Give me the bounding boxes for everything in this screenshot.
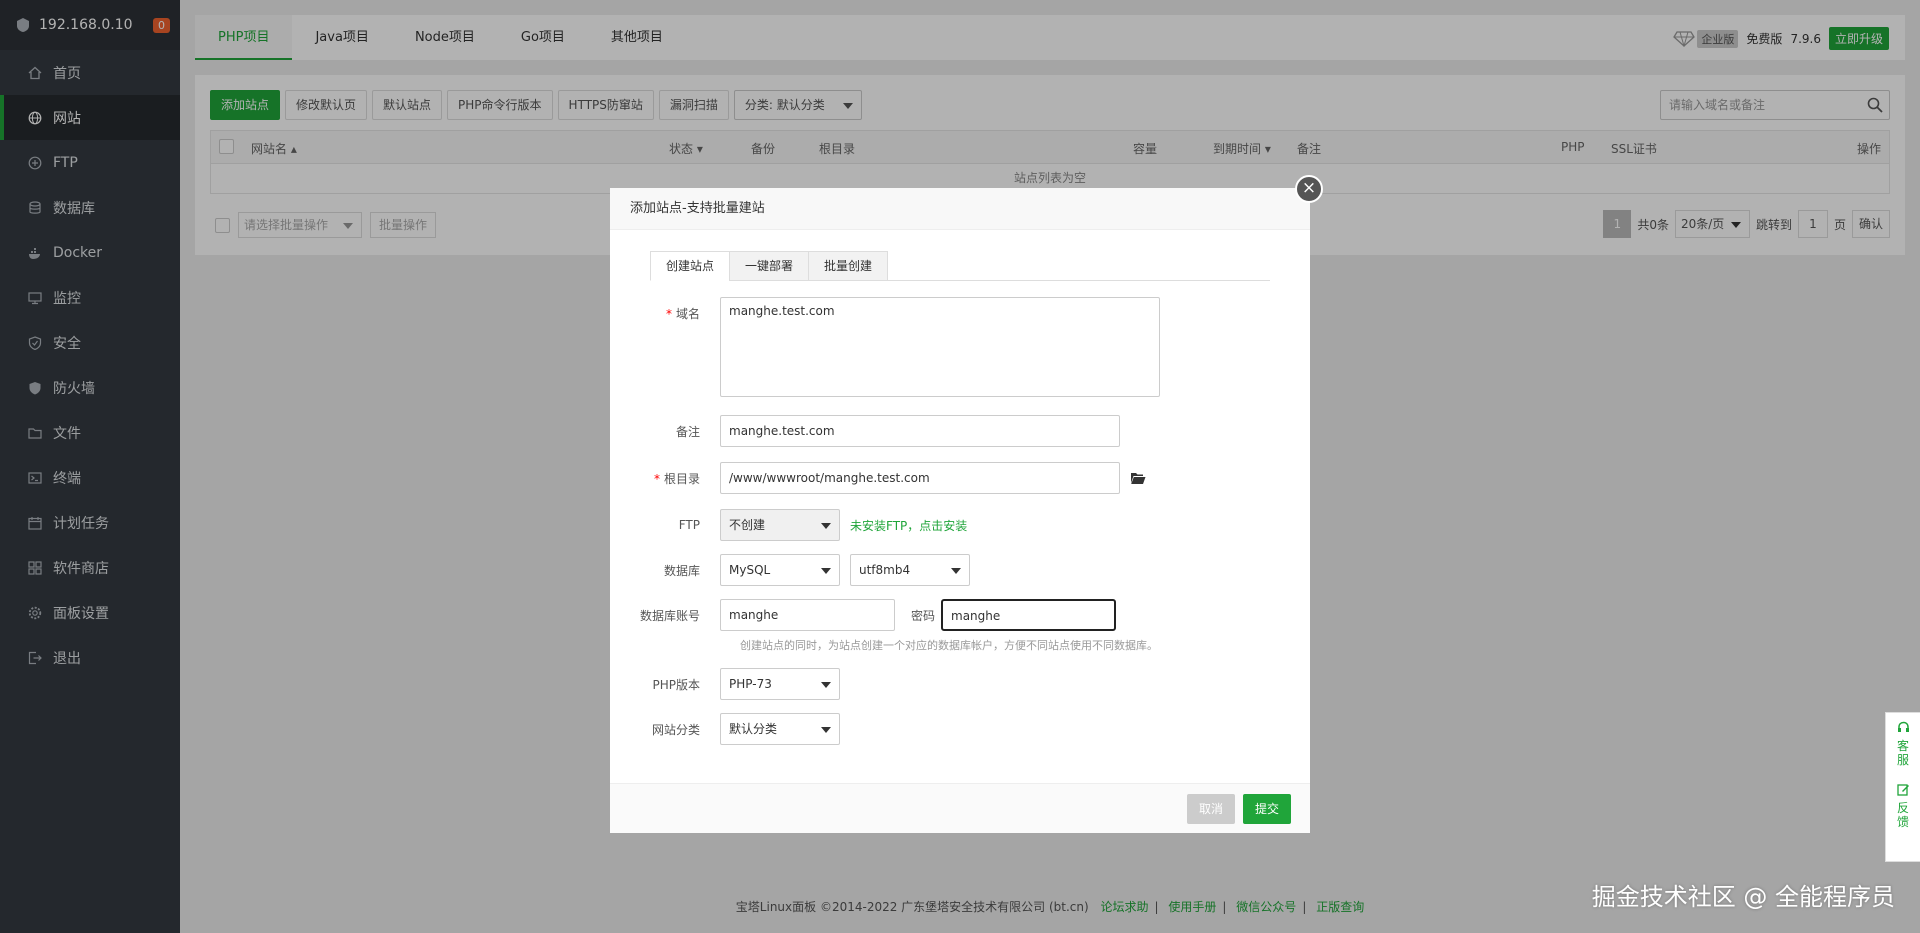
tab-batch-create[interactable]: 批量创建 bbox=[808, 251, 889, 281]
password-label: 密码 bbox=[911, 608, 936, 623]
charset-value: utf8mb4 bbox=[859, 563, 911, 577]
php-version-label: PHP版本 bbox=[652, 677, 701, 692]
ftp-label: FTP bbox=[678, 518, 700, 532]
domain-row: * 域名 manghe.test.com bbox=[610, 297, 1160, 397]
chevron-down-icon bbox=[821, 523, 831, 529]
close-icon[interactable]: × bbox=[1295, 175, 1323, 203]
database-row: 数据库 MySQL utf8mb4 bbox=[610, 554, 970, 586]
dialog-footer: 取消 提交 bbox=[610, 783, 1310, 833]
customer-service-button[interactable]: 客服 bbox=[1886, 713, 1920, 775]
charset-select[interactable]: utf8mb4 bbox=[850, 554, 970, 586]
db-account-input[interactable]: manghe bbox=[720, 599, 895, 631]
folder-open-icon[interactable] bbox=[1130, 471, 1146, 485]
edit-icon bbox=[1896, 784, 1909, 796]
chevron-down-icon bbox=[821, 568, 831, 574]
headset-icon bbox=[1897, 721, 1909, 732]
php-version-row: PHP版本 PHP-73 bbox=[610, 668, 840, 700]
database-type-value: MySQL bbox=[729, 563, 771, 577]
ftp-select-value: 不创建 bbox=[729, 518, 766, 532]
customer-service-label: 客服 bbox=[1896, 739, 1909, 767]
site-category-select[interactable]: 默认分类 bbox=[720, 713, 840, 745]
feedback-button[interactable]: 反馈 bbox=[1886, 775, 1920, 837]
chevron-down-icon bbox=[821, 682, 831, 688]
remark-row: 备注 manghe.test.com bbox=[610, 415, 1120, 447]
root-path-input[interactable]: /www/wwwroot/manghe.test.com bbox=[720, 462, 1120, 494]
tab-one-click-deploy[interactable]: 一键部署 bbox=[729, 251, 810, 281]
ftp-select[interactable]: 不创建 bbox=[720, 509, 840, 541]
root-label: * 根目录 bbox=[653, 471, 700, 486]
site-category-label: 网站分类 bbox=[651, 722, 700, 737]
database-type-select[interactable]: MySQL bbox=[720, 554, 840, 586]
domain-label: * 域名 bbox=[665, 307, 700, 321]
db-hint-text: 创建站点的同时，为站点创建一个对应的数据库帐户，方便不同站点使用不同数据库。 bbox=[740, 639, 1158, 652]
dialog-title: 添加站点-支持批量建站 bbox=[610, 188, 1310, 230]
php-version-value: PHP-73 bbox=[729, 677, 772, 691]
remark-input[interactable]: manghe.test.com bbox=[720, 415, 1120, 447]
chevron-down-icon bbox=[821, 727, 831, 733]
root-row: * 根目录 /www/wwwroot/manghe.test.com bbox=[610, 462, 1146, 494]
cancel-button[interactable]: 取消 bbox=[1187, 794, 1236, 824]
site-category-row: 网站分类 默认分类 bbox=[610, 713, 840, 745]
watermark-text: 掘金技术社区 @ 全能程序员 bbox=[1591, 883, 1895, 911]
db-account-label: 数据库账号 bbox=[639, 608, 700, 623]
ftp-install-link[interactable]: 未安装FTP，点击安装 bbox=[850, 517, 967, 534]
remark-label: 备注 bbox=[675, 424, 700, 439]
php-version-select[interactable]: PHP-73 bbox=[720, 668, 840, 700]
chevron-down-icon bbox=[951, 568, 961, 574]
db-account-row: 数据库账号 manghe 密码 manghe bbox=[610, 599, 1117, 631]
site-category-value: 默认分类 bbox=[729, 722, 778, 736]
password-input[interactable]: manghe bbox=[941, 599, 1117, 631]
side-helper: 客服 反馈 bbox=[1885, 712, 1920, 862]
feedback-label: 反馈 bbox=[1896, 801, 1909, 829]
database-label: 数据库 bbox=[663, 563, 700, 578]
tab-create-site[interactable]: 创建站点 bbox=[650, 251, 731, 281]
dialog-tabs: 创建站点 一键部署 批量创建 bbox=[650, 251, 1270, 281]
ftp-row: FTP 不创建 未安装FTP，点击安装 bbox=[610, 509, 967, 541]
add-site-dialog: 添加站点-支持批量建站 × 创建站点 一键部署 批量创建 * 域名 manghe.… bbox=[610, 175, 1323, 833]
domain-textarea[interactable]: manghe.test.com bbox=[720, 297, 1160, 397]
submit-button[interactable]: 提交 bbox=[1243, 794, 1292, 824]
